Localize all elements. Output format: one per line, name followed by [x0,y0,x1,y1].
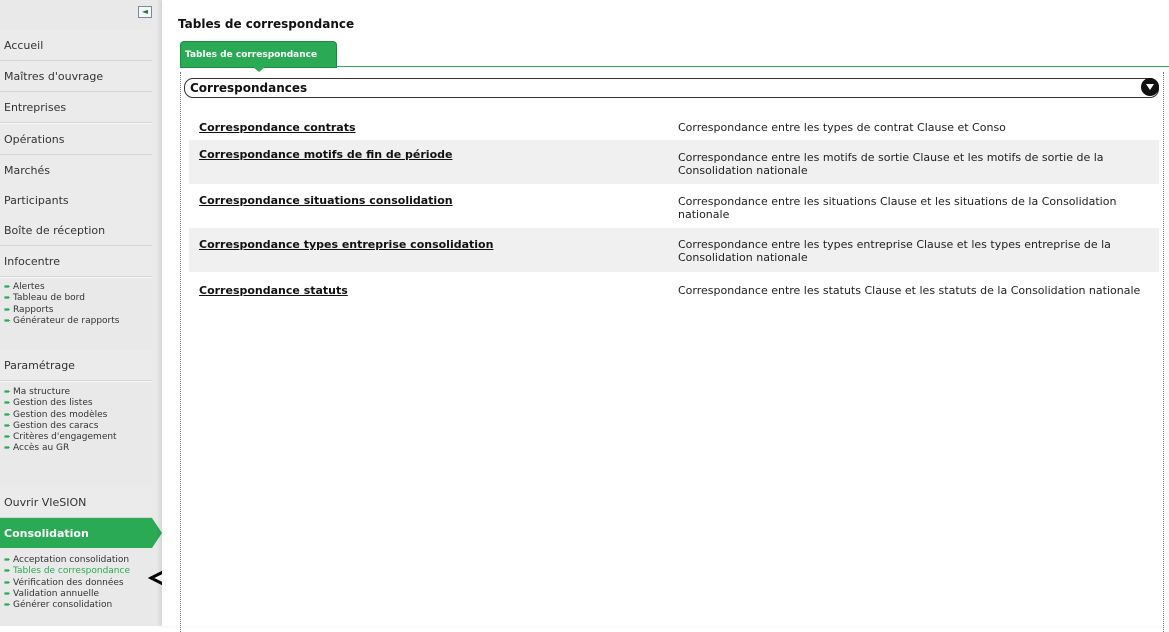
sublink-criteres-engagement[interactable]: ➨ Critères d'engagement [0,431,160,442]
nav-participants[interactable]: Participants [0,185,152,216]
section-header[interactable]: Correspondances [184,78,1159,98]
link-correspondance-types-entreprise[interactable]: Correspondance types entreprise consolid… [199,238,493,251]
nav-entreprises[interactable]: Entreprises [0,92,152,123]
row-description: Correspondance entre les statuts Clause … [678,284,1141,297]
table-row: Correspondance statuts Correspondance en… [189,272,1159,316]
infocentre-sublist: ➨ Alertes ➨ Tableau de bord ➨ Rapports ➨ Gén… [0,281,160,326]
row-description: Correspondance entre les situations Clau… [678,195,1117,221]
collapse-sidebar-icon[interactable]: ◄ [138,6,152,18]
green-arrow-icon: ➨ [4,443,11,453]
green-arrow-icon: ➨ [4,282,11,291]
nav-label: Entreprises [4,101,67,114]
green-arrow-icon: ➨ [4,398,11,408]
table-row: Correspondance types entreprise consolid… [189,228,1159,272]
sublink-alertes[interactable]: ➨ Alertes [0,281,160,292]
nav-label: Ouvrir VIeSION [4,496,87,509]
parametrage-sublist: ➨ Ma structure ➨ Gestion des listes ➨ Gesti… [0,386,160,454]
green-arrow-icon: ➨ [4,409,11,419]
nav-boite-reception[interactable]: Boîte de réception [0,215,152,246]
sidebar: ◄ Accueil Maîtres d'ouvrage Entreprises … [0,0,162,626]
sublink-gestion-caracs[interactable]: ➨ Gestion des caracs [0,420,160,431]
chevron-down-icon[interactable] [1141,78,1159,96]
tab-underline [180,66,1169,67]
sublink-generer-consolidation[interactable]: ➨ Générer consolidation [0,599,160,610]
nav-label: Opérations [4,133,65,146]
main-panel: Tables de correspondance Tables de corre… [162,0,1169,632]
green-arrow-icon: ➨ [4,315,11,325]
table-row: Correspondance motifs de fin de période … [189,140,1159,184]
sublink-validation-annuelle[interactable]: ➨ Validation annuelle [0,588,160,599]
link-correspondance-motifs[interactable]: Correspondance motifs de fin de période [199,148,452,161]
sublink-acceptation-consolidation[interactable]: ➨ Acceptation consolidation [0,554,160,565]
nav-label: Paramétrage [4,359,75,372]
nav-ouvrir-viesion[interactable]: Ouvrir VIeSION [0,487,152,518]
sublink-ma-structure[interactable]: ➨ Ma structure [0,386,160,397]
sublink-gestion-modeles[interactable]: ➨ Gestion des modèles [0,409,160,420]
nav-label: Infocentre [4,255,60,268]
nav-consolidation[interactable]: Consolidation [0,518,162,548]
green-arrow-icon: ➨ [4,588,11,598]
green-arrow-icon: ➨ [4,293,11,303]
sublink-generateur-rapports[interactable]: ➨ Générateur de rapports [0,315,160,326]
main-content: Tables de correspondance Tables de corre… [162,0,1169,632]
link-correspondance-statuts[interactable]: Correspondance statuts [199,284,348,297]
nav-label: Consolidation [4,527,89,540]
row-description: Correspondance entre les types de contra… [678,121,1006,134]
nav-operations[interactable]: Opérations [0,124,152,155]
nav-label: Boîte de réception [4,224,106,237]
sublink-rapports[interactable]: ➨ Rapports [0,304,160,315]
nav-marches[interactable]: Marchés [0,155,152,186]
green-arrow-icon: ➨ [4,577,11,587]
table-row: Correspondance situations consolidation … [189,184,1159,228]
page-title: Tables de correspondance [178,17,355,31]
green-arrow-icon: ➨ [4,387,11,396]
nav-label: Maîtres d'ouvrage [4,70,104,83]
row-description: Correspondance entre les motifs de sorti… [678,151,1104,177]
table-row: Correspondance contrats Correspondance e… [189,114,1159,140]
consolidation-sublist: ➨ Acceptation consolidation ➨ Tables de co… [0,554,160,610]
nav-label: Accueil [4,39,44,52]
nav-label: Marchés [4,164,51,177]
sublink-tableau-de-bord[interactable]: ➨ Tableau de bord [0,292,160,303]
sublink-tables-correspondance[interactable]: ➨ Tables de correspondance [0,565,160,576]
nav-accueil[interactable]: Accueil [0,30,152,61]
green-arrow-icon: ➨ [4,304,11,314]
tab-tables-correspondance[interactable]: Tables de correspondance [180,41,337,72]
nav-maitres-ouvrage[interactable]: Maîtres d'ouvrage [0,61,152,92]
sublink-verification-donnees[interactable]: ➨ Vérification des données [0,577,160,588]
green-arrow-icon: ➨ [4,432,11,442]
nav-infocentre[interactable]: Infocentre [0,246,152,277]
sublink-gestion-listes[interactable]: ➨ Gestion des listes [0,397,160,408]
green-arrow-icon: ➨ [4,420,11,430]
green-arrow-icon: ➨ [4,555,11,564]
green-arrow-icon: ➨ [4,566,11,576]
link-correspondance-situations[interactable]: Correspondance situations consolidation [199,194,453,207]
section-title: Correspondances [190,81,308,95]
link-correspondance-contrats[interactable]: Correspondance contrats [199,121,356,134]
sublink-acces-gr[interactable]: ➨ Accès au GR [0,442,160,453]
green-arrow-icon: ➨ [4,600,11,610]
row-description: Correspondance entre les types entrepris… [678,238,1111,264]
tab-label: Tables de correspondance [185,50,318,60]
nav-label: Participants [4,194,69,207]
nav-parametrage[interactable]: Paramétrage [0,350,152,381]
